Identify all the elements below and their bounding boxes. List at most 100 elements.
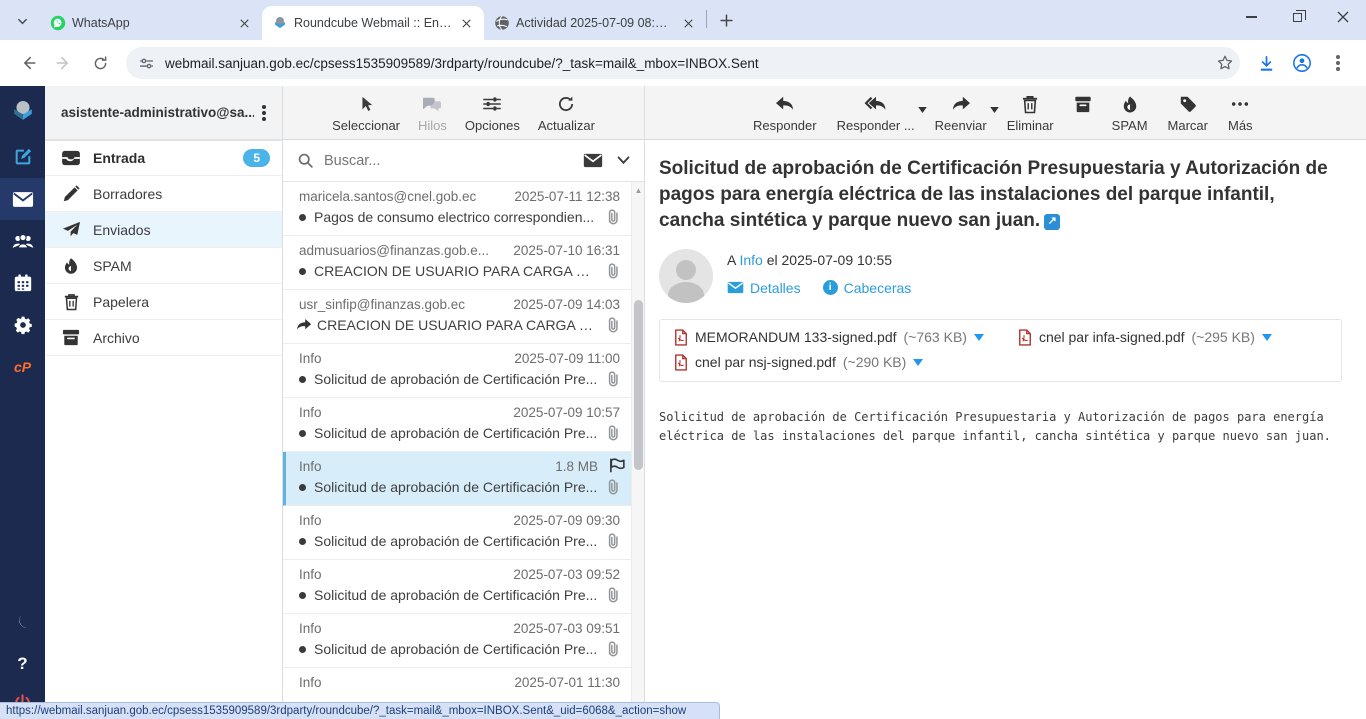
open-in-new-window-icon[interactable]: ↗: [1044, 214, 1060, 230]
attachment-menu-caret-icon[interactable]: [913, 359, 923, 366]
message-sender: Info: [299, 459, 549, 474]
info-icon: i: [823, 280, 838, 295]
attachment-clip-icon: [606, 209, 620, 225]
unread-dot-icon: [299, 214, 306, 221]
pdf-file-icon: [674, 329, 688, 346]
tab-search-button[interactable]: [8, 7, 36, 35]
attachment-menu-caret-icon[interactable]: [1262, 334, 1272, 341]
window-minimize-button[interactable]: [1228, 0, 1274, 34]
downloads-button[interactable]: [1251, 48, 1281, 78]
search-scope-mail-icon[interactable]: [583, 153, 603, 168]
options-button[interactable]: Opciones: [465, 93, 520, 133]
attachment-clip-icon: [606, 641, 620, 657]
attachment-chip[interactable]: cnel par infa-signed.pdf (~295 KB): [1018, 329, 1272, 346]
attachment-menu-caret-icon[interactable]: [974, 334, 984, 341]
message-row[interactable]: Info 2025-07-09 09:30 Solicitud de aprob…: [283, 506, 644, 560]
threads-button[interactable]: Hilos: [418, 93, 447, 133]
mark-button[interactable]: Marcar: [1168, 93, 1208, 133]
message-row[interactable]: Info 2025-07-03 09:51 Solicitud de aprob…: [283, 614, 644, 668]
url-bar[interactable]: webmail.sanjuan.gob.ec/cpsess1535909589/…: [126, 47, 1240, 79]
search-bar[interactable]: Buscar...: [283, 140, 644, 182]
attachment-chip[interactable]: cnel par nsj-signed.pdf (~290 KB): [674, 354, 923, 371]
list-scrollbar[interactable]: ▲ ▼: [631, 182, 644, 719]
reply-button[interactable]: Responder: [753, 93, 817, 133]
new-tab-button[interactable]: [713, 7, 739, 33]
attachment-clip-icon: [606, 263, 620, 279]
scroll-up-icon[interactable]: ▲: [632, 186, 645, 195]
message-row[interactable]: Info 2025-07-03 09:52 Solicitud de aprob…: [283, 560, 644, 614]
folder-item-enviados[interactable]: Enviados: [45, 212, 282, 248]
browser-tab[interactable]: WhatsApp: [40, 6, 262, 40]
forward-button[interactable]: [49, 48, 79, 78]
browser-tab[interactable]: Roundcube Webmail :: Enviados: [262, 6, 484, 40]
attachment-clip-icon: [606, 317, 620, 333]
compose-button[interactable]: [0, 136, 45, 178]
tab-close-button[interactable]: [680, 15, 696, 31]
folder-item-archivo[interactable]: Archivo: [45, 320, 282, 356]
tab-close-button[interactable]: [458, 15, 474, 31]
help-icon: ?: [17, 654, 27, 674]
message-row[interactable]: Info 2025-07-09 10:57 Solicitud de aprob…: [283, 398, 644, 452]
date-prefix: el: [767, 252, 778, 268]
dark-mode-button[interactable]: [0, 601, 45, 643]
message-row[interactable]: Info 1.8 MB Solicitud de aprobación de C…: [283, 452, 644, 506]
folder-item-entrada[interactable]: Entrada 5: [45, 140, 282, 176]
archive-button[interactable]: [1074, 93, 1092, 118]
close-icon: [1337, 11, 1349, 23]
message-row[interactable]: usr_sinfip@finanzas.gob.ec 2025-07-09 14…: [283, 290, 644, 344]
reload-icon: [92, 55, 109, 72]
unread-dot-icon: [299, 376, 306, 383]
select-button[interactable]: Seleccionar: [332, 93, 400, 133]
folder-label: Borradores: [93, 186, 270, 202]
help-button[interactable]: ?: [0, 643, 45, 685]
reply-all-caret-icon[interactable]: [918, 107, 927, 113]
attachments-box: MEMORANDUM 133-signed.pdf (~763 KB) cnel…: [659, 319, 1342, 382]
cpanel-button[interactable]: cP: [0, 346, 45, 388]
more-button[interactable]: Más: [1228, 93, 1253, 133]
headers-toggle[interactable]: i Cabeceras: [823, 280, 912, 296]
delete-button[interactable]: Eliminar: [1007, 93, 1054, 133]
tab-close-button[interactable]: [236, 15, 252, 31]
recipient-link[interactable]: Info: [739, 252, 762, 268]
browser-menu-button[interactable]: [1323, 48, 1353, 78]
message-row[interactable]: admusuarios@finanzas.gob.e... 2025-07-10…: [283, 236, 644, 290]
search-options-chevron-icon[interactable]: [617, 156, 630, 165]
scrollbar-thumb[interactable]: [634, 300, 643, 470]
account-menu-icon[interactable]: [262, 111, 266, 115]
settings-nav-button[interactable]: [0, 304, 45, 346]
profile-button[interactable]: [1287, 48, 1317, 78]
roundcube-favicon: [272, 15, 288, 31]
message-row[interactable]: Info 2025-07-01 11:30: [283, 668, 644, 703]
calendar-nav-button[interactable]: [0, 262, 45, 304]
reload-button[interactable]: [85, 48, 115, 78]
folder-item-papelera[interactable]: Papelera: [45, 284, 282, 320]
window-close-button[interactable]: [1320, 0, 1366, 34]
message-row[interactable]: Info 2025-07-09 11:00 Solicitud de aprob…: [283, 344, 644, 398]
trash-icon: [1022, 95, 1038, 114]
refresh-button[interactable]: Actualizar: [538, 93, 595, 133]
mail-nav-button[interactable]: [0, 178, 45, 220]
attachment-name: cnel par nsj-signed.pdf: [695, 354, 836, 370]
message-row[interactable]: maricela.santos@cnel.gob.ec 2025-07-11 1…: [283, 182, 644, 236]
reply-all-button[interactable]: Responder ...: [837, 93, 915, 133]
search-icon: [297, 152, 314, 169]
back-button[interactable]: [13, 48, 43, 78]
forward-button-mail[interactable]: Reenviar: [935, 93, 987, 133]
trash-icon: [64, 293, 79, 311]
folder-item-spam[interactable]: SPAM: [45, 248, 282, 284]
folder-label: SPAM: [93, 258, 270, 274]
url-text[interactable]: webmail.sanjuan.gob.ec/cpsess1535909589/…: [165, 56, 1216, 71]
spam-button[interactable]: SPAM: [1112, 93, 1148, 133]
bookmark-star-icon[interactable]: [1216, 54, 1234, 72]
contacts-nav-button[interactable]: [0, 220, 45, 262]
forwarded-icon: [295, 318, 312, 332]
flag-icon[interactable]: [609, 458, 626, 473]
folder-item-borradores[interactable]: Borradores: [45, 176, 282, 212]
message-subject: Solicitud de aprobación de Certificación…: [659, 156, 1342, 235]
account-header[interactable]: asistente-administrativo@sa...: [45, 86, 282, 140]
window-restore-button[interactable]: [1274, 0, 1320, 34]
attachment-chip[interactable]: MEMORANDUM 133-signed.pdf (~763 KB): [674, 329, 984, 346]
browser-tab[interactable]: Actividad 2025-07-09 08:00:00: [484, 6, 706, 40]
details-toggle[interactable]: Detalles: [727, 280, 801, 296]
forward-caret-icon[interactable]: [990, 107, 999, 113]
